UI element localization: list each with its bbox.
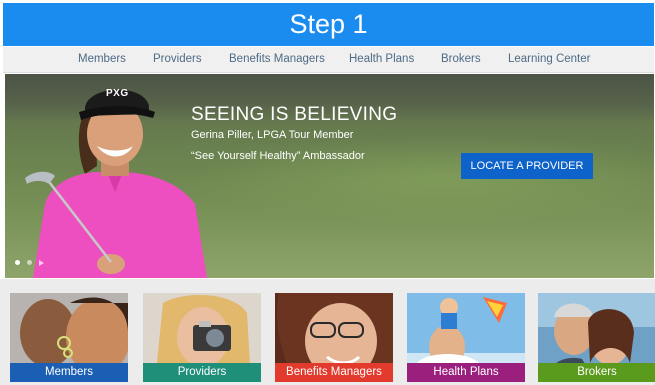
hero-fairway — [185, 134, 654, 224]
card-label-benefits-managers: Benefits Managers — [275, 363, 393, 382]
hero-title: SEEING IS BELIEVING — [191, 104, 398, 125]
nav-item-providers[interactable]: Providers — [153, 53, 202, 65]
nav-item-health-plans[interactable]: Health Plans — [349, 53, 414, 65]
hero-tagline: “See Yourself Healthy” Ambassador — [191, 150, 365, 162]
card-health-plans[interactable]: Health Plans — [407, 293, 525, 382]
carousel-dot-1[interactable] — [15, 260, 20, 265]
carousel-dot-2[interactable] — [27, 260, 32, 265]
step-banner: Step 1 — [3, 3, 654, 46]
locate-provider-button[interactable]: LOCATE A PROVIDER — [461, 153, 593, 179]
card-benefits-managers[interactable]: Benefits Managers — [275, 293, 393, 382]
nav-item-learning-center[interactable]: Learning Center — [508, 53, 590, 65]
card-label-health-plans: Health Plans — [407, 363, 525, 382]
hero-banner: PXG SEEING IS BELIEVING Gerina Piller, L… — [5, 74, 654, 278]
nav-item-benefits-managers[interactable]: Benefits Managers — [229, 53, 325, 65]
card-members[interactable]: Members — [10, 293, 128, 382]
nav-item-brokers[interactable]: Brokers — [441, 53, 481, 65]
step-title: Step 1 — [289, 9, 368, 39]
hero-subtitle: Gerina Piller, LPGA Tour Member — [191, 129, 354, 141]
carousel-play-icon[interactable] — [39, 260, 44, 266]
card-label-providers: Providers — [143, 363, 261, 382]
audience-cards: Members Providers Benefits Managers Heal… — [0, 279, 655, 385]
cap-logo: PXG — [106, 88, 129, 99]
card-label-brokers: Brokers — [538, 363, 655, 382]
card-label-members: Members — [10, 363, 128, 382]
top-navigation: Members Providers Benefits Managers Heal… — [3, 47, 654, 73]
card-providers[interactable]: Providers — [143, 293, 261, 382]
card-brokers[interactable]: Brokers — [538, 293, 655, 382]
nav-item-members[interactable]: Members — [78, 53, 126, 65]
